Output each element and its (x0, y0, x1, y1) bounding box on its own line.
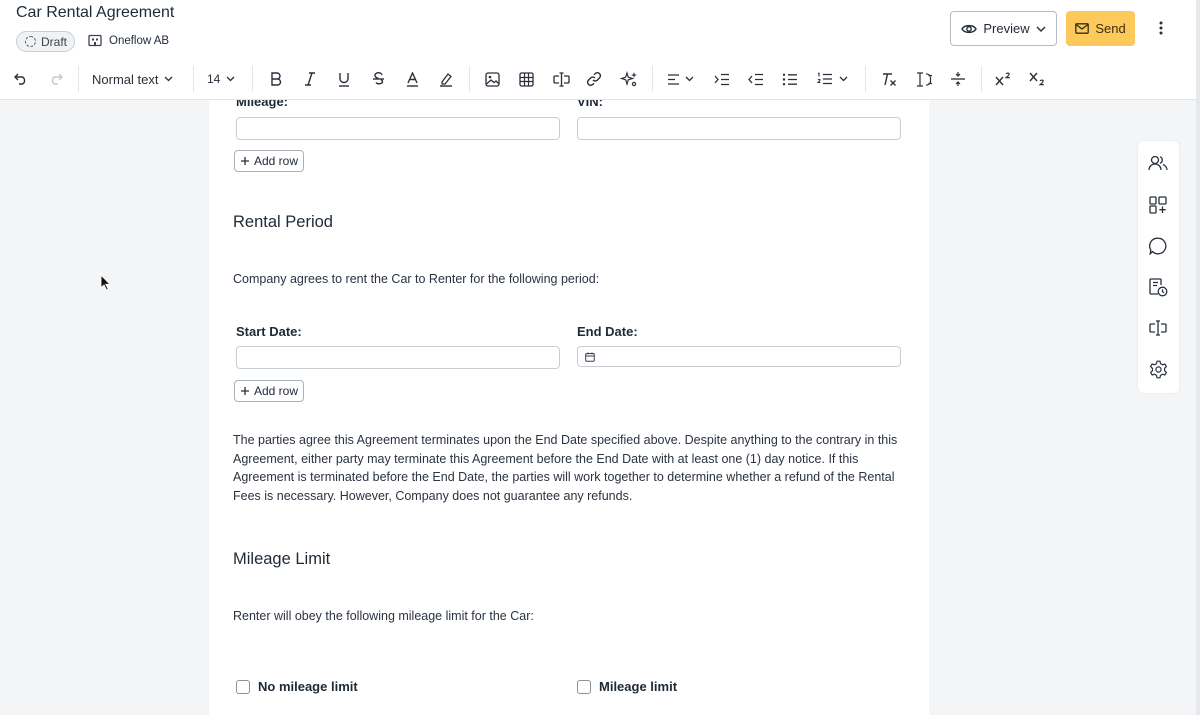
send-button[interactable]: Send (1066, 11, 1135, 46)
line-spacing-icon[interactable] (913, 58, 935, 100)
termination-paragraph: The parties agree this Agreement termina… (233, 433, 898, 504)
bold-icon[interactable] (266, 58, 286, 100)
preview-button[interactable]: Preview (950, 11, 1057, 46)
status-badge[interactable]: Draft (16, 31, 76, 52)
chevron-down-icon (1036, 26, 1046, 32)
document-title[interactable]: Car Rental Agreement (16, 4, 174, 22)
side-panel (1138, 141, 1179, 393)
envelope-icon (1075, 23, 1090, 34)
subscript-icon[interactable] (1027, 58, 1047, 100)
vin-label: VIN: (577, 100, 603, 109)
plus-icon (241, 157, 249, 165)
vin-input[interactable] (577, 117, 901, 140)
toolbar-divider (865, 66, 866, 92)
superscript-icon[interactable] (993, 58, 1013, 100)
highlight-icon[interactable] (436, 58, 456, 100)
indent-icon[interactable] (712, 58, 732, 100)
form-field-icon[interactable] (550, 58, 572, 100)
document-canvas[interactable]: Mileage: VIN: Add row Rental Period Comp… (209, 100, 929, 715)
chevron-down-icon (165, 76, 173, 82)
chevron-down-icon (839, 76, 847, 82)
text-color-icon[interactable] (402, 58, 422, 100)
mileage-limit-checkbox[interactable] (577, 680, 591, 694)
toolbar-divider (193, 66, 194, 92)
font-size-dropdown[interactable]: 14 (207, 58, 239, 100)
add-row-label: Add row (254, 384, 299, 398)
app-header: Car Rental Agreement Draft Oneflow AB Pr… (0, 0, 1200, 58)
mileage-limit-heading: Mileage Limit (233, 550, 331, 568)
align-left-icon (667, 73, 679, 85)
end-date-input[interactable] (577, 346, 901, 367)
italic-icon[interactable] (300, 58, 320, 100)
calendar-icon (585, 352, 595, 362)
mileage-label: Mileage: (236, 100, 289, 109)
formatting-toolbar: Normal text 14 (0, 58, 1196, 100)
draft-status-icon (25, 36, 36, 47)
ai-assist-icon[interactable] (618, 58, 640, 100)
start-date-label: Start Date: (236, 324, 302, 339)
mileage-limit-intro: Renter will obey the following mileage l… (233, 609, 534, 623)
toolbar-divider (652, 66, 653, 92)
status-badge-label: Draft (41, 34, 68, 49)
underline-icon[interactable] (334, 58, 354, 100)
page-break-icon[interactable] (947, 58, 969, 100)
add-row-button[interactable]: Add row (234, 380, 305, 402)
clear-formatting-icon[interactable] (879, 58, 899, 100)
mileage-input[interactable] (236, 117, 560, 140)
building-icon (88, 34, 102, 47)
more-options-icon[interactable] (1152, 19, 1170, 37)
no-mileage-limit-checkbox[interactable] (236, 680, 250, 694)
eye-icon (961, 24, 978, 33)
redo-icon[interactable] (45, 58, 67, 100)
undo-icon[interactable] (10, 58, 32, 100)
numbered-list-icon (816, 72, 832, 85)
strikethrough-icon[interactable] (368, 58, 388, 100)
rental-period-heading: Rental Period (233, 213, 333, 231)
toolbar-divider (981, 66, 982, 92)
toolbar-divider (78, 66, 79, 92)
settings-gear-icon[interactable] (1148, 359, 1168, 379)
end-date-label: End Date: (577, 324, 638, 339)
text-style-dropdown[interactable]: Normal text (92, 58, 180, 100)
outdent-icon[interactable] (746, 58, 766, 100)
send-button-label: Send (1095, 21, 1126, 36)
add-row-label: Add row (254, 154, 299, 168)
bullet-list-icon[interactable] (780, 58, 800, 100)
mouse-pointer-icon (100, 274, 111, 291)
document-history-icon[interactable] (1148, 277, 1168, 297)
plus-icon (241, 387, 249, 395)
add-row-button[interactable]: Add row (234, 150, 305, 172)
mileage-limit-label: Mileage limit (599, 679, 678, 694)
table-icon[interactable] (516, 58, 536, 100)
company-link[interactable]: Oneflow AB (88, 34, 169, 47)
comments-icon[interactable] (1148, 236, 1168, 256)
preview-button-label: Preview (983, 21, 1030, 36)
start-date-input[interactable] (236, 346, 560, 369)
rental-period-intro: Company agrees to rent the Car to Renter… (233, 272, 600, 286)
chevron-down-icon (226, 76, 235, 82)
toolbar-divider (469, 66, 470, 92)
data-field-icon[interactable] (1148, 318, 1168, 338)
link-icon[interactable] (584, 58, 604, 100)
company-name: Oneflow AB (109, 34, 170, 47)
window-scrollbar[interactable] (1196, 0, 1200, 715)
image-icon[interactable] (482, 58, 502, 100)
text-align-dropdown[interactable] (664, 58, 696, 100)
toolbar-divider (252, 66, 253, 92)
font-size-value: 14 (207, 72, 221, 86)
numbered-list-dropdown[interactable] (812, 58, 852, 100)
chevron-down-icon (685, 76, 693, 82)
participants-icon[interactable] (1148, 153, 1168, 173)
text-style-value: Normal text (92, 71, 159, 87)
no-mileage-limit-label: No mileage limit (258, 679, 358, 694)
add-section-icon[interactable] (1148, 195, 1168, 215)
